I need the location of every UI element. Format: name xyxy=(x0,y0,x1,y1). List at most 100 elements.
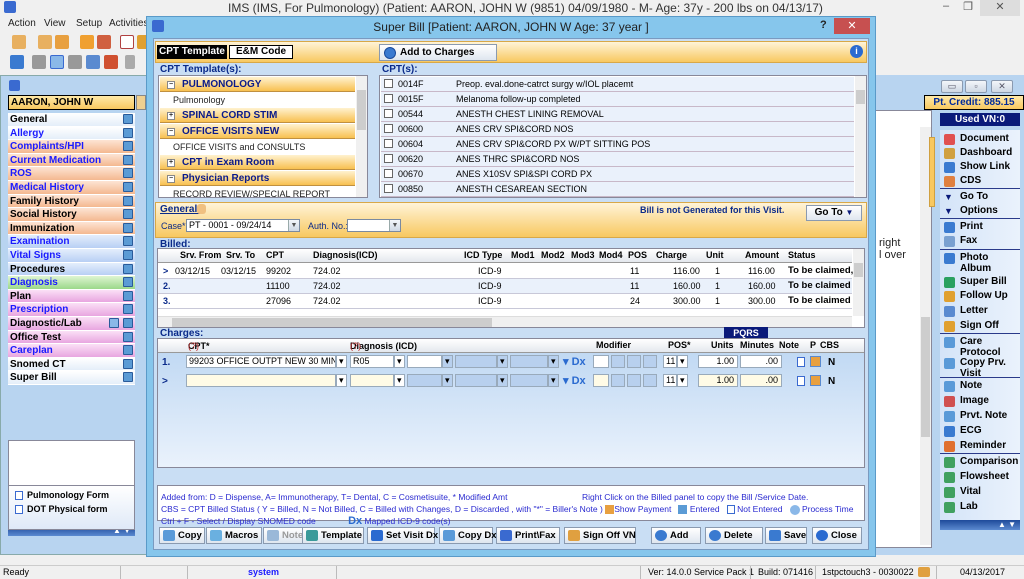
expand-icon[interactable]: + xyxy=(167,159,175,167)
cpt-checkbox[interactable] xyxy=(384,94,393,103)
prescription-icon[interactable] xyxy=(120,35,134,49)
cpt-checkbox[interactable] xyxy=(384,109,393,118)
col-charge[interactable]: Charge xyxy=(656,250,687,260)
billed-vscroll[interactable] xyxy=(853,249,864,316)
diagnosis-1-dropdown[interactable]: ▾ xyxy=(394,374,405,387)
entry-icon[interactable] xyxy=(123,318,133,328)
col-status[interactable]: Status xyxy=(788,250,816,260)
restore-button[interactable]: ❐ xyxy=(958,0,978,16)
macros-button[interactable]: Macros xyxy=(206,527,262,544)
right-menu-print[interactable]: Print xyxy=(940,221,1020,233)
template-group-header[interactable]: + CPT in Exam Room xyxy=(160,155,355,170)
close-button[interactable]: Close xyxy=(812,527,862,544)
modifier-1-input[interactable] xyxy=(593,374,609,387)
modifier-4-input[interactable] xyxy=(643,374,657,387)
right-menu-fax[interactable]: Fax xyxy=(940,235,1020,247)
right-menu-ecg[interactable]: ECG xyxy=(940,425,1020,437)
entry-icon[interactable] xyxy=(123,345,133,356)
sidebar-item-family-history[interactable]: Family History xyxy=(8,194,135,209)
right-menu-document[interactable]: Document xyxy=(940,133,1020,145)
sidebar-item-plan[interactable]: Plan xyxy=(8,289,135,304)
sidebar-item-ros[interactable]: ROS xyxy=(8,167,135,181)
cpt-checkbox[interactable] xyxy=(384,139,393,148)
units-input[interactable]: 1.00 xyxy=(698,374,738,387)
col-cpt[interactable]: CPT xyxy=(266,250,284,260)
col-diagnosis[interactable]: Diagnosis(ICD) xyxy=(313,250,378,260)
right-menu-note[interactable]: Note xyxy=(940,380,1020,392)
sidebar-item-medical-history[interactable]: Medical History xyxy=(8,181,135,195)
cpt-checkbox[interactable] xyxy=(384,154,393,163)
diagnosis-2-dropdown[interactable]: ▾ xyxy=(442,355,453,368)
auth-no-select[interactable]: ▼ xyxy=(347,219,401,232)
cpt-dropdown[interactable]: ▾ xyxy=(336,355,347,368)
diagnosis-4-dropdown[interactable]: ▾ xyxy=(548,374,559,387)
pos-input[interactable]: 11 xyxy=(663,355,677,368)
sidebar-item-vital-signs[interactable]: Vital Signs xyxy=(8,249,135,263)
entry-icon[interactable] xyxy=(123,168,133,179)
sidebar-item-snomed-ct[interactable]: Snomed CT xyxy=(8,357,135,372)
sidebar-item-social-history[interactable]: Social History xyxy=(8,208,135,222)
payment-icon[interactable] xyxy=(810,375,821,386)
right-menu-lab[interactable]: Lab xyxy=(940,501,1020,513)
right-menu-letter[interactable]: Letter xyxy=(940,305,1020,317)
cpt-list-item[interactable]: 00600 ANES CRV SPI&CORD NOS xyxy=(381,122,854,137)
template-group-header[interactable]: − Physician Reports xyxy=(160,171,355,186)
cpt-input[interactable] xyxy=(186,374,336,387)
patient-name-field[interactable]: AARON, JOHN W xyxy=(8,95,135,110)
right-menu-flowsheet[interactable]: Flowsheet xyxy=(940,471,1020,483)
entry-icon[interactable] xyxy=(123,195,133,206)
copy-button[interactable]: Copy xyxy=(159,527,205,544)
diagnosis-3-input[interactable] xyxy=(455,355,497,368)
right-menu-care-protocol[interactable]: Care Protocol xyxy=(940,336,1020,358)
entry-icon[interactable] xyxy=(123,263,133,274)
minutes-input[interactable]: .00 xyxy=(740,355,782,368)
right-menu-super-bill[interactable]: Super Bill xyxy=(940,276,1020,288)
col-icd-type[interactable]: ICD Type xyxy=(464,250,502,260)
diagnosis-1-dropdown[interactable]: ▾ xyxy=(394,355,405,368)
entry-icon[interactable] xyxy=(123,209,133,220)
user-check-icon[interactable] xyxy=(55,35,69,49)
template-item[interactable]: OFFICE VISITS and CONSULTS xyxy=(173,140,305,155)
back-icon[interactable] xyxy=(125,55,135,69)
diagnosis-3-dropdown[interactable]: ▾ xyxy=(497,355,508,368)
add-doc-icon[interactable] xyxy=(32,55,46,69)
entry-icon[interactable] xyxy=(123,331,133,342)
sidebar-item-allergy[interactable]: Allergy xyxy=(8,126,135,141)
tab-cpt-template[interactable]: CPT Template xyxy=(157,45,227,59)
remove-doc-icon[interactable] xyxy=(68,55,82,69)
cpt-dropdown[interactable]: ▾ xyxy=(336,374,347,387)
units-input[interactable]: 1.00 xyxy=(698,355,738,368)
dx-mapping-icon[interactable]: ▾ Dx xyxy=(563,374,586,387)
sidebar-item-complaints-hpi[interactable]: Complaints/HPI xyxy=(8,140,135,154)
sidebar-item-examination[interactable]: Examination xyxy=(8,235,135,249)
entry-icon[interactable] xyxy=(123,182,133,192)
collapse-tab[interactable] xyxy=(929,137,935,207)
person-edit-icon[interactable] xyxy=(97,35,111,49)
template-group-header[interactable]: − PULMONOLOGY xyxy=(160,77,355,92)
right-menu-comparison[interactable]: Comparison xyxy=(940,456,1020,468)
collapse-icon[interactable]: − xyxy=(167,128,175,136)
col-unit[interactable]: Unit xyxy=(706,250,724,260)
entry-icon[interactable] xyxy=(123,304,133,315)
right-menu-image[interactable]: Image xyxy=(940,395,1020,407)
sidebar-item-general[interactable]: General xyxy=(8,113,135,127)
entry-icon[interactable] xyxy=(123,236,133,247)
billed-row[interactable]: 2. 11100 724.02 ICD-9 11 160.00 1 160.00 To be c… xyxy=(158,279,852,294)
diagnosis-2-input[interactable] xyxy=(407,374,442,387)
dx-help-link[interactable]: (?) xyxy=(350,341,361,351)
form-item-dot-physical[interactable]: DOT Physical form xyxy=(15,504,108,515)
right-menu-dashboard[interactable]: Dashboard xyxy=(940,147,1020,159)
right-menu-copy-prv-visit[interactable]: Copy Prv. Visit xyxy=(940,357,1020,379)
sign-off-vn-button[interactable]: Sign Off VN xyxy=(564,527,636,544)
template-group-header[interactable]: − OFFICE VISITS NEW xyxy=(160,124,355,139)
sidebar-item-office-test[interactable]: Office Test xyxy=(8,330,135,345)
goto-button[interactable]: Go To ▼ xyxy=(806,205,862,221)
expand-icon[interactable]: + xyxy=(167,112,175,120)
copy-dx-button[interactable]: Copy Dx xyxy=(439,527,497,544)
sidebar-item-diagnosis[interactable]: Diagnosis xyxy=(8,276,135,290)
minutes-input[interactable]: .00 xyxy=(740,374,782,387)
add-button[interactable]: Add xyxy=(651,527,701,544)
right-menu-prvt-note[interactable]: Prvt. Note xyxy=(940,410,1020,422)
cpt-checkbox[interactable] xyxy=(384,124,393,133)
diagnosis-1-input[interactable]: R05 xyxy=(350,355,394,368)
